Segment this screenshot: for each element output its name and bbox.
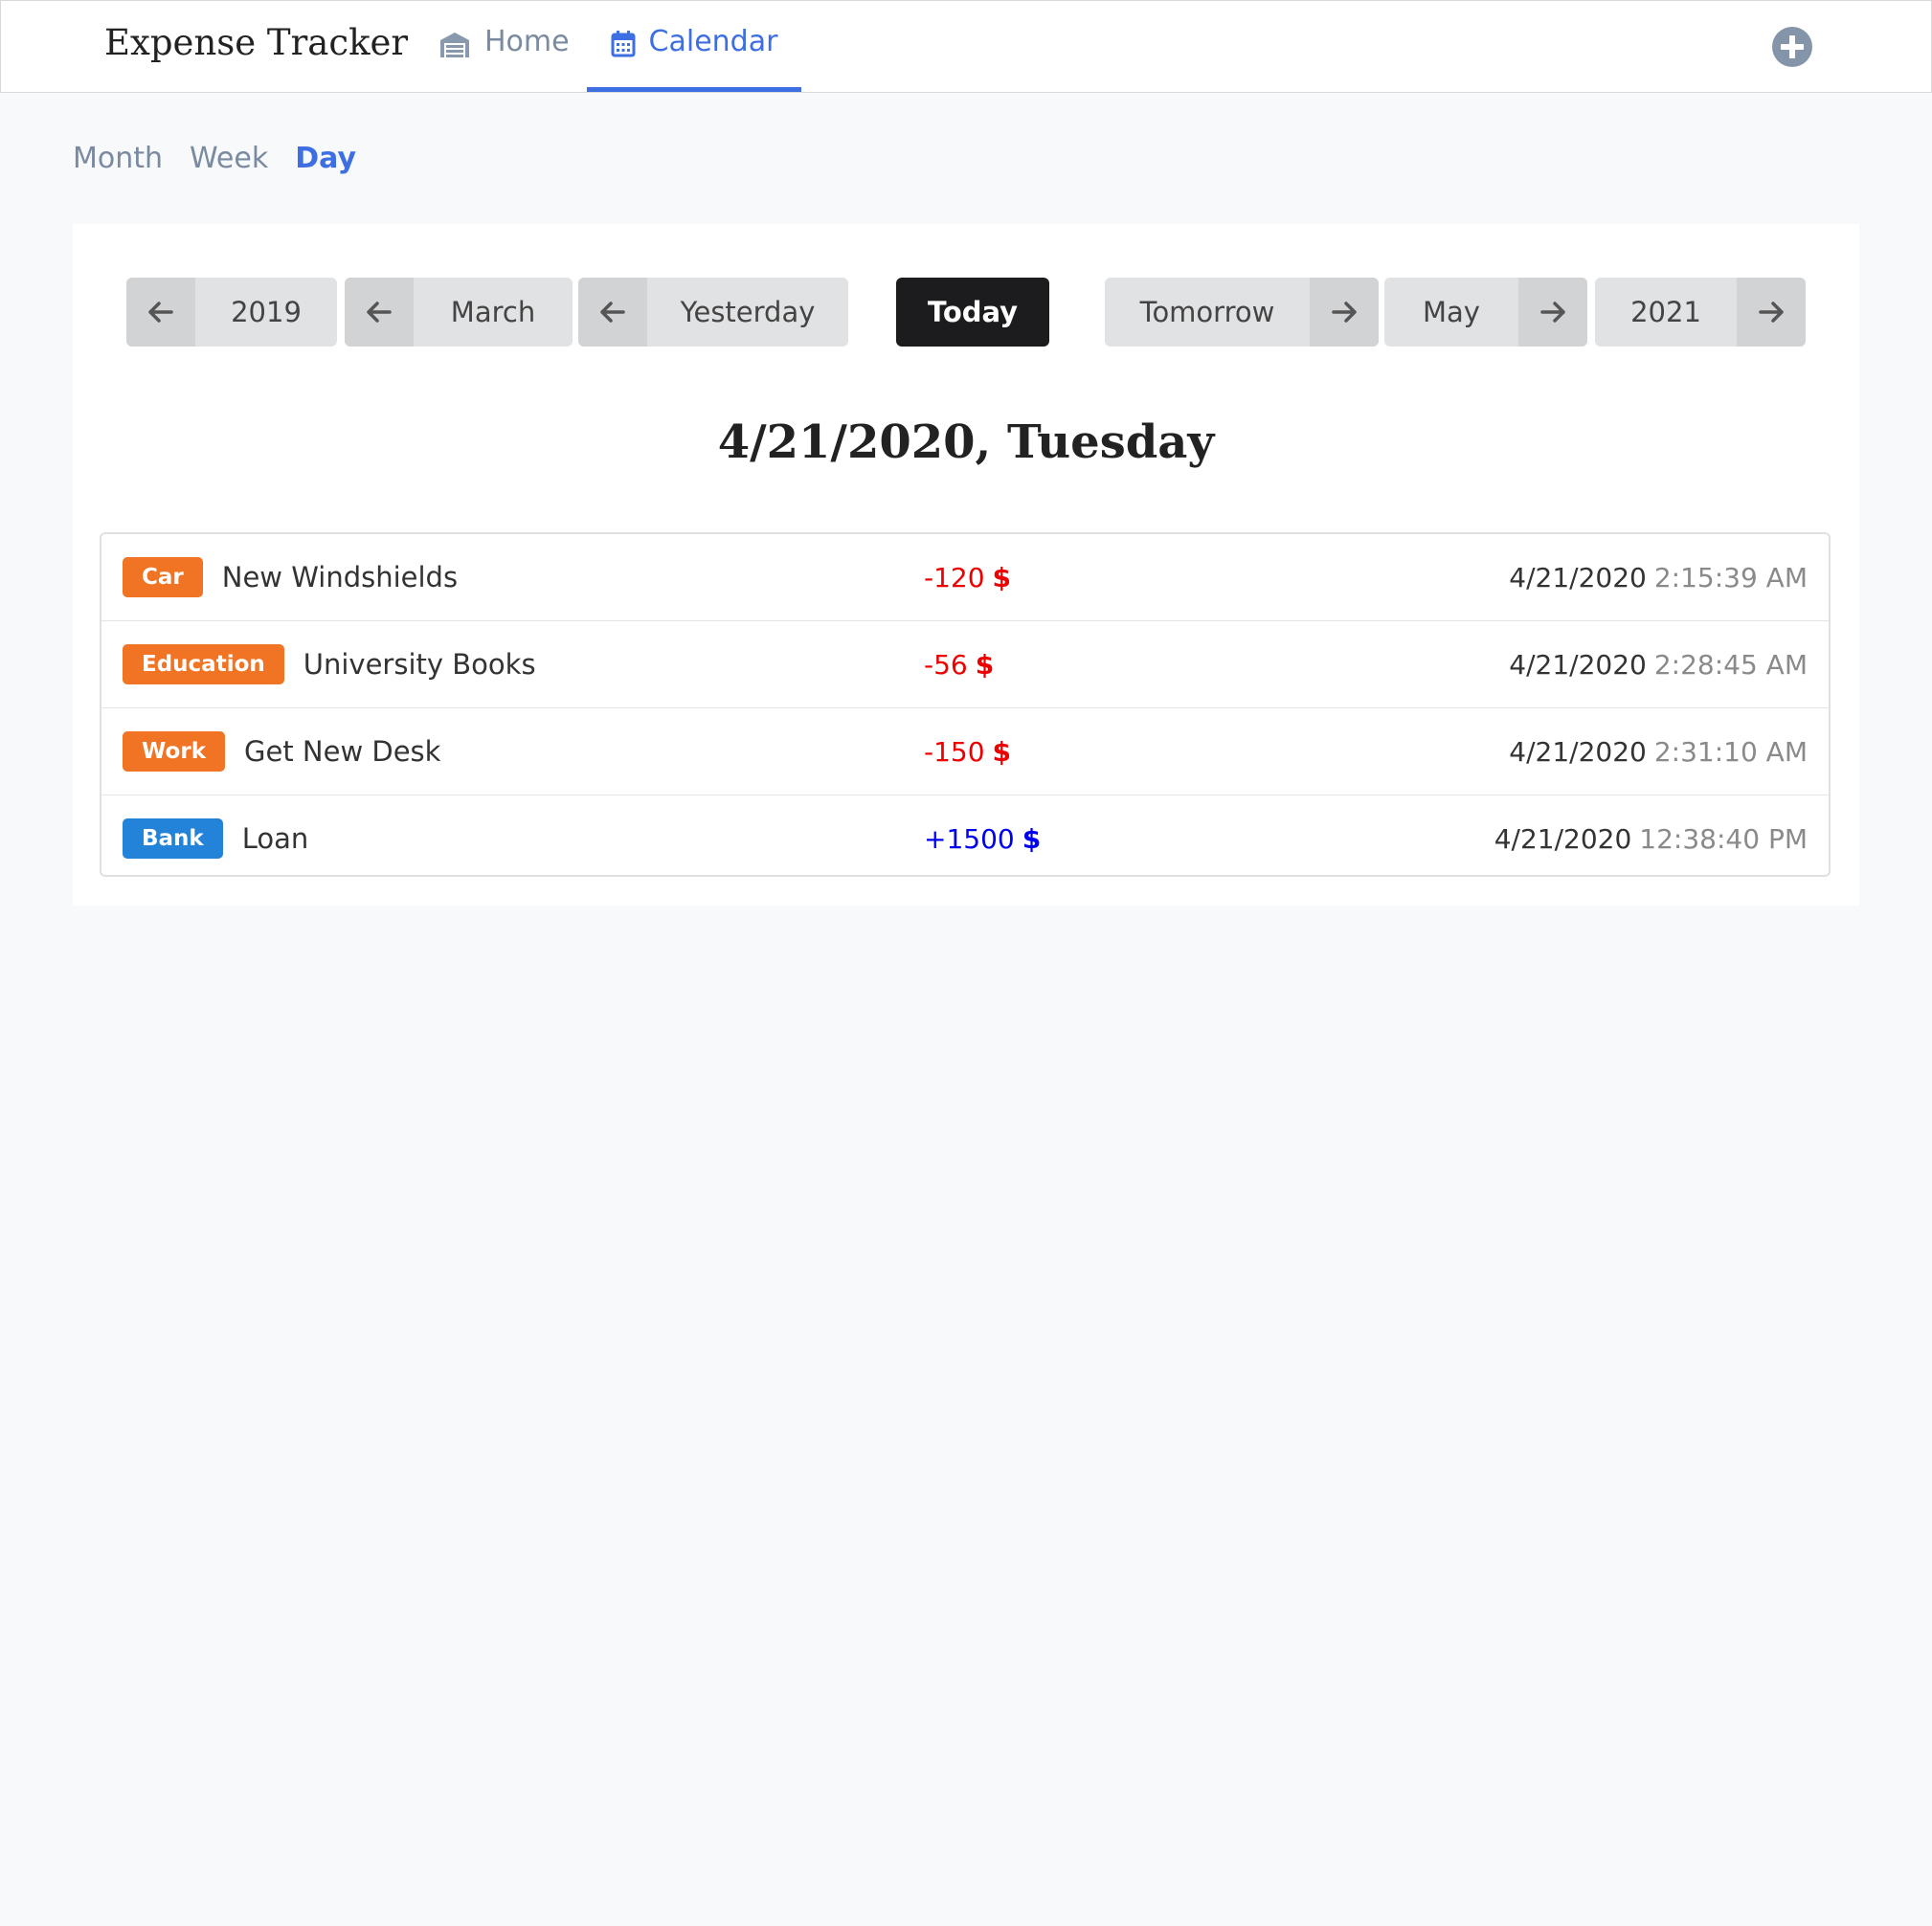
transaction-date: 4/21/2020: [1509, 561, 1647, 593]
day-title: 4/21/2020, Tuesday: [717, 415, 1215, 469]
tab-week[interactable]: Week: [190, 142, 268, 175]
currency-symbol: $: [975, 648, 995, 681]
next-day-button[interactable]: Tomorrow: [1105, 278, 1379, 347]
currency-symbol: $: [992, 561, 1012, 593]
transaction-date: 4/21/2020: [1494, 822, 1632, 855]
prev-month-label: March: [450, 296, 536, 328]
tab-day[interactable]: Day: [295, 142, 356, 175]
transaction-amount: -150 $: [924, 736, 1011, 768]
transaction-list: Car New Windshields -120 $ 4/21/2020 2:15:…: [100, 532, 1831, 877]
category-badge: Bank: [123, 818, 223, 859]
plus-circle-icon: [1771, 27, 1813, 72]
amount-value: +1500: [924, 822, 1015, 855]
transaction-timestamp: 4/21/2020 2:31:10 AM: [1509, 736, 1808, 768]
top-navbar: Expense Tracker Home Calendar: [0, 0, 1932, 93]
amount-value: -150: [924, 735, 985, 768]
transaction-time: 2:28:45 AM: [1653, 648, 1808, 681]
amount-value: -56: [924, 648, 968, 681]
category-badge: Work: [123, 731, 225, 772]
prev-month-button[interactable]: March: [345, 278, 573, 347]
prev-year-button[interactable]: 2019: [126, 278, 337, 347]
arrow-left-icon: [345, 278, 414, 347]
category-badge: Car: [123, 557, 203, 597]
day-view-panel: 2019 March Yesterday Today Tomorrow May …: [73, 224, 1859, 906]
prev-day-label: Yesterday: [680, 296, 816, 328]
active-tab-indicator: [587, 87, 801, 92]
nav-home[interactable]: Home: [438, 25, 570, 92]
today-button[interactable]: Today: [896, 278, 1049, 347]
prev-day-button[interactable]: Yesterday: [578, 278, 848, 347]
transaction-description: Get New Desk: [244, 735, 441, 768]
amount-value: -120: [924, 561, 985, 593]
app-title[interactable]: Expense Tracker: [104, 22, 408, 63]
view-tabs: Month Week Day: [73, 142, 356, 175]
category-badge: Education: [123, 644, 284, 684]
transaction-description: New Windshields: [221, 561, 459, 593]
transaction-description: University Books: [303, 648, 536, 681]
calendar-icon: [611, 25, 636, 65]
arrow-right-icon: [1310, 278, 1379, 347]
arrow-right-icon: [1518, 278, 1587, 347]
transaction-description: Loan: [241, 822, 309, 855]
transaction-row[interactable]: Work Get New Desk -150 $ 4/21/2020 2:31:10…: [101, 708, 1829, 795]
arrow-right-icon: [1737, 278, 1806, 347]
transaction-timestamp: 4/21/2020 2:15:39 AM: [1509, 562, 1808, 593]
next-day-label: Tomorrow: [1139, 296, 1275, 328]
transaction-amount: -120 $: [924, 562, 1011, 593]
transaction-time: 12:38:40 PM: [1639, 822, 1808, 855]
currency-symbol: $: [992, 735, 1012, 768]
transaction-timestamp: 4/21/2020 12:38:40 PM: [1494, 823, 1808, 855]
transaction-row[interactable]: Car New Windshields -120 $ 4/21/2020 2:15:…: [101, 534, 1829, 621]
nav-calendar-label: Calendar: [648, 25, 778, 58]
nav-home-label: Home: [484, 25, 570, 58]
transaction-amount: +1500 $: [924, 823, 1041, 855]
next-year-label: 2021: [1630, 296, 1701, 328]
next-month-label: May: [1423, 296, 1480, 328]
prev-year-label: 2019: [231, 296, 302, 328]
add-transaction-button[interactable]: [1771, 26, 1813, 68]
next-year-button[interactable]: 2021: [1595, 278, 1806, 347]
next-month-button[interactable]: May: [1384, 278, 1587, 347]
transaction-row[interactable]: Bank Loan +1500 $ 4/21/2020 12:38:40 PM: [101, 795, 1829, 882]
transaction-time: 2:31:10 AM: [1653, 735, 1808, 768]
currency-symbol: $: [1022, 822, 1042, 855]
transaction-date: 4/21/2020: [1509, 648, 1647, 681]
transaction-row[interactable]: Education University Books -56 $ 4/21/202…: [101, 621, 1829, 708]
garage-icon: [438, 25, 471, 65]
transaction-timestamp: 4/21/2020 2:28:45 AM: [1509, 649, 1808, 681]
tab-month[interactable]: Month: [73, 142, 163, 175]
arrow-left-icon: [126, 278, 195, 347]
transaction-amount: -56 $: [924, 649, 994, 681]
nav-calendar[interactable]: Calendar: [587, 25, 801, 92]
arrow-left-icon: [578, 278, 647, 347]
transaction-time: 2:15:39 AM: [1653, 561, 1808, 593]
transaction-date: 4/21/2020: [1509, 735, 1647, 768]
